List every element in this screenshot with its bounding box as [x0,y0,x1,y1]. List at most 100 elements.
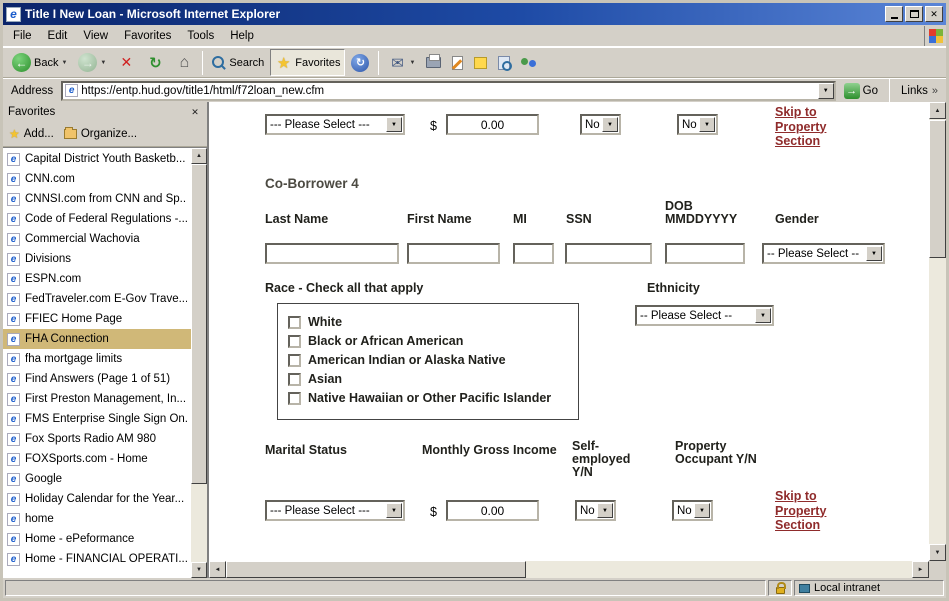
self-employed-select-previous[interactable]: No ▼ [580,114,621,135]
favorites-item[interactable]: e First Preston Management, In... [3,389,191,409]
scrollbar-thumb[interactable] [191,164,207,484]
favorites-item[interactable]: e Fox Sports Radio AM 980 [3,429,191,449]
scroll-down-button[interactable]: ▼ [929,544,946,561]
mail-icon: ✉ [388,54,406,72]
scrollbar-thumb[interactable] [226,561,526,578]
ie-page-icon: e [7,513,20,526]
ie-page-icon: e [7,553,20,566]
stop-button[interactable]: ✕ [112,49,140,76]
first-name-input[interactable] [407,243,500,264]
property-occupant-select[interactable]: No ▼ [672,500,713,521]
mi-input[interactable] [513,243,554,264]
search-button[interactable]: Search [207,49,269,76]
favorites-item[interactable]: e fha mortgage limits [3,349,191,369]
gender-select[interactable]: -- Please Select -- ▼ [762,243,885,264]
scroll-up-button[interactable]: ▲ [191,148,207,164]
race-checkbox[interactable] [288,316,301,329]
address-input[interactable] [81,83,817,99]
forward-dropdown-icon[interactable]: ▼ [100,60,106,66]
race-option-row: Black or African American [288,332,568,351]
back-dropdown-icon[interactable]: ▼ [61,60,67,66]
menu-item[interactable]: Help [222,27,262,45]
status-message-panel [5,580,766,596]
race-checkbox[interactable] [288,335,301,348]
favorites-item[interactable]: e Capital District Youth Basketb... [3,149,191,169]
favorites-item[interactable]: e Find Answers (Page 1 of 51) [3,369,191,389]
favorites-item[interactable]: e Holiday Calendar for the Year... [3,489,191,509]
ie-page-icon: e [7,353,20,366]
add-favorite-button[interactable]: ★ Add... [9,127,54,141]
dropdown-arrow-icon: ▼ [866,246,882,261]
favorites-item[interactable]: e FHA Connection [3,329,191,349]
marital-status-select[interactable]: --- Please Select --- ▼ [265,500,405,521]
favorites-item[interactable]: e CNNSI.com from CNN and Sp... [3,189,191,209]
links-button[interactable]: Links » [897,85,942,97]
messenger-button[interactable] [516,49,542,76]
ie-page-icon: e [7,293,20,306]
ssn-input[interactable] [565,243,652,264]
favorites-item[interactable]: e home [3,509,191,529]
print-button[interactable] [421,49,446,76]
marital-status-select-previous[interactable]: --- Please Select --- ▼ [265,114,405,135]
monthly-income-input[interactable] [446,500,539,521]
favorites-button[interactable]: ★ Favorites [270,49,345,76]
favorites-item[interactable]: e Home - FINANCIAL OPERATI... [3,549,191,569]
menu-item[interactable]: Tools [179,27,222,45]
minimize-button[interactable] [885,6,903,22]
research-button[interactable] [493,49,515,76]
favorites-scrollbar[interactable]: ▲ ▼ [191,148,207,578]
race-checkbox[interactable] [288,354,301,367]
refresh-button[interactable]: ↻ [141,49,169,76]
maximize-button[interactable] [905,6,923,22]
favorites-close-button[interactable]: ✕ [188,105,202,119]
race-checkbox[interactable] [288,392,301,405]
favorites-item[interactable]: e FFIEC Home Page [3,309,191,329]
favorites-item[interactable]: e Code of Federal Regulations -... [3,209,191,229]
back-button[interactable]: ← Back ▼ [7,49,72,76]
menu-item[interactable]: View [75,27,116,45]
favorites-item[interactable]: e Divisions [3,249,191,269]
favorites-item[interactable]: e ESPN.com [3,269,191,289]
vertical-scrollbar[interactable]: ▲ ▼ [929,102,946,561]
ie-page-icon: e [7,233,20,246]
favorites-item[interactable]: e FOXSports.com - Home [3,449,191,469]
scroll-right-button[interactable]: ► [912,561,929,578]
monthly-income-input-previous[interactable] [446,114,539,135]
scroll-up-button[interactable]: ▲ [929,102,946,119]
favorites-item[interactable]: e FedTraveler.com E-Gov Trave... [3,289,191,309]
scroll-left-button[interactable]: ◄ [209,561,226,578]
favorites-item[interactable]: e Home - ePeformance [3,529,191,549]
property-occupant-select-previous[interactable]: No ▼ [677,114,718,135]
skip-to-property-section-link[interactable]: Skip to Property Section [775,489,839,533]
favorites-item-label: FMS Enterprise Single Sign On... [25,413,187,425]
go-button[interactable]: → Go [840,82,882,100]
scrollbar-thumb[interactable] [929,120,946,258]
page-content: --- Please Select --- ▼ $ No ▼ No ▼ Skip… [209,102,946,578]
skip-to-property-section-link[interactable]: Skip to Property Section [775,105,839,149]
scroll-down-button[interactable]: ▼ [191,562,207,578]
favorites-item[interactable]: e Google [3,469,191,489]
edit-button[interactable] [447,49,468,76]
favorites-item[interactable]: e CNN.com [3,169,191,189]
favorites-item-label: Fox Sports Radio AM 980 [25,433,156,445]
last-name-input[interactable] [265,243,399,264]
ethnicity-select[interactable]: -- Please Select -- ▼ [635,305,774,326]
address-dropdown-button[interactable]: ▼ [818,83,834,99]
race-checkbox[interactable] [288,373,301,386]
home-button[interactable]: ⌂ [170,49,198,76]
dob-input[interactable] [665,243,745,264]
mail-button[interactable]: ✉ ▼ [383,49,420,76]
history-button[interactable]: ↻ [346,49,374,76]
menu-item[interactable]: Edit [40,27,76,45]
menu-item[interactable]: File [5,27,40,45]
forward-button[interactable]: → ▼ [73,49,111,76]
favorites-item[interactable]: e Commercial Wachovia [3,229,191,249]
horizontal-scrollbar[interactable]: ◄ ► [209,561,929,578]
favorites-item[interactable]: e FMS Enterprise Single Sign On... [3,409,191,429]
menu-item[interactable]: Favorites [116,27,179,45]
discuss-button[interactable] [469,49,492,76]
close-button[interactable]: ✕ [925,6,943,22]
mail-dropdown-icon[interactable]: ▼ [409,60,415,66]
self-employed-select[interactable]: No ▼ [575,500,616,521]
organize-favorites-button[interactable]: Organize... [64,128,137,140]
